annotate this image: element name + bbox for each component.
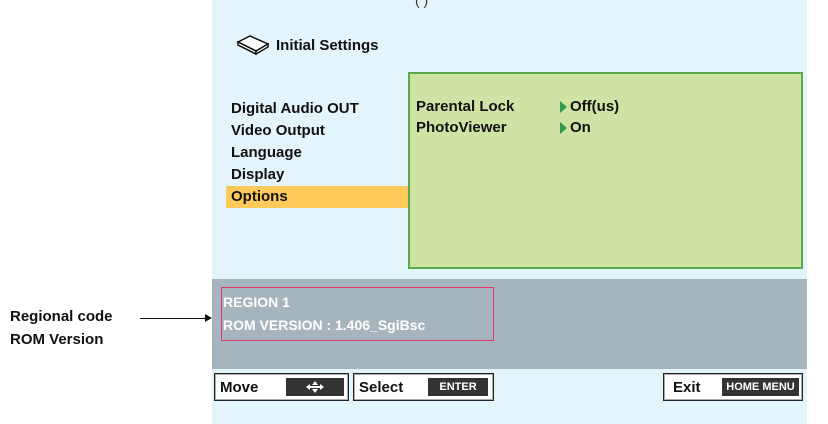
parental-lock-value-text: Off(us) xyxy=(570,98,620,115)
parental-lock-label: Parental Lock xyxy=(416,98,515,115)
parental-lock-value[interactable]: Off(us) xyxy=(560,98,619,115)
submenu-row-photoviewer[interactable]: PhotoViewer On xyxy=(416,119,591,136)
menu-item-options[interactable]: Options xyxy=(226,186,408,208)
arrow-right-icon xyxy=(560,121,567,134)
player-icon xyxy=(236,34,270,56)
arrow-right-icon xyxy=(560,100,567,113)
menu-item-video-output[interactable]: Video Output xyxy=(226,120,408,142)
region-code-text: REGION 1 xyxy=(223,294,290,310)
callout-regional-code: Regional code xyxy=(10,308,113,325)
exit-label: Exit xyxy=(673,378,701,396)
move-arrows-icon xyxy=(286,378,344,396)
exit-button[interactable]: Exit HOME MENU xyxy=(663,373,803,401)
move-label: Move xyxy=(220,378,259,396)
photoviewer-label: PhotoViewer xyxy=(416,119,507,136)
select-button[interactable]: Select ENTER xyxy=(353,373,494,401)
menu-item-language[interactable]: Language xyxy=(226,142,408,164)
home-menu-key: HOME MENU xyxy=(722,378,799,396)
photoviewer-value-text: On xyxy=(570,119,591,136)
rom-version-text: ROM VERSION : 1.406_SgiBsc xyxy=(223,317,426,333)
submenu-row-parental-lock[interactable]: Parental Lock Off(us) xyxy=(416,98,619,115)
enter-key: ENTER xyxy=(428,378,488,396)
arrow-right-icon xyxy=(205,314,212,322)
select-label: Select xyxy=(359,378,404,396)
leader-line xyxy=(140,318,208,319)
photoviewer-value[interactable]: On xyxy=(560,119,591,136)
menu-item-digital-audio-out[interactable]: Digital Audio OUT xyxy=(226,98,408,120)
page-title-text: Initial Settings xyxy=(276,36,379,54)
options-submenu: Parental Lock Off(us) PhotoViewer On xyxy=(408,72,803,269)
move-button[interactable]: Move xyxy=(214,373,349,401)
header-partial-text: ( ) xyxy=(415,0,429,8)
region-info-box: REGION 1 ROM VERSION : 1.406_SgiBsc xyxy=(221,287,494,341)
callout-rom-version: ROM Version xyxy=(10,331,104,348)
menu-item-display[interactable]: Display xyxy=(226,164,408,186)
page-title: Initial Settings xyxy=(236,34,379,56)
settings-menu: Digital Audio OUT Video Output Language … xyxy=(226,98,408,208)
